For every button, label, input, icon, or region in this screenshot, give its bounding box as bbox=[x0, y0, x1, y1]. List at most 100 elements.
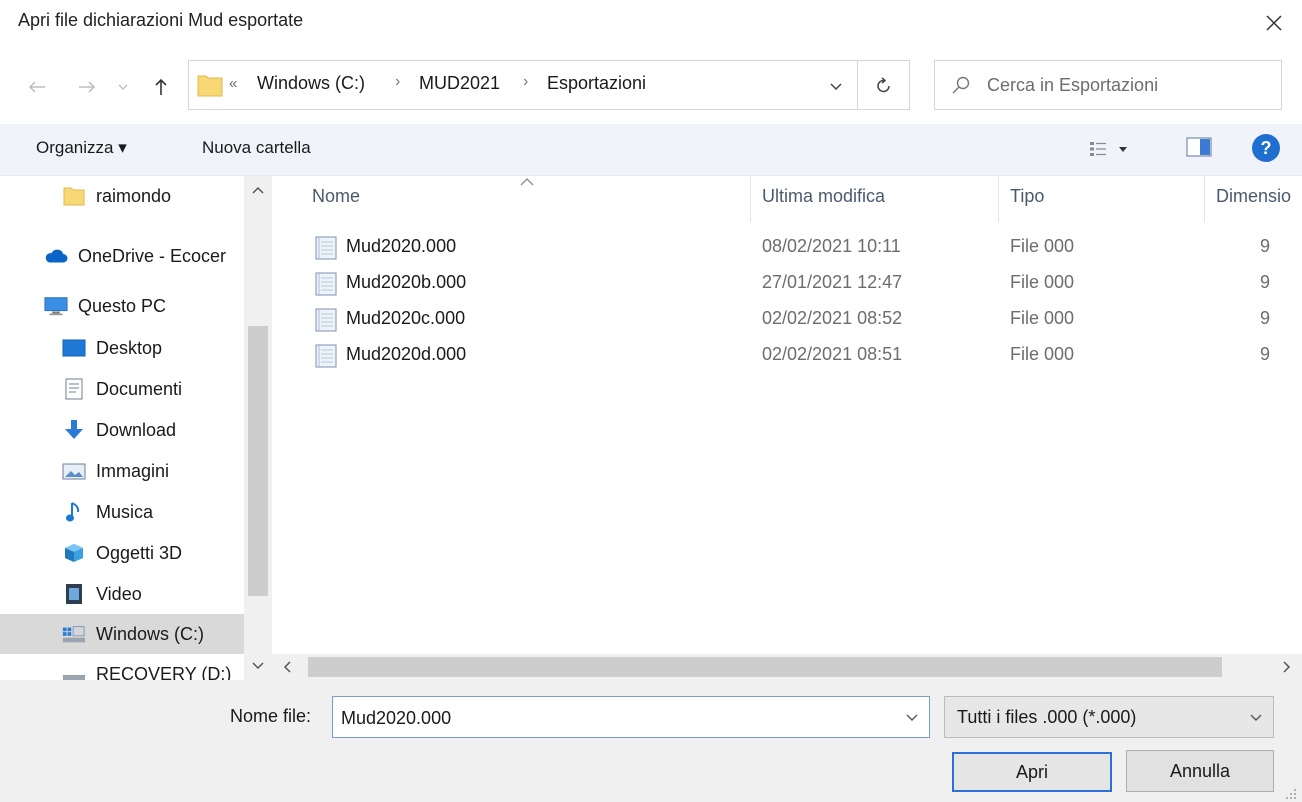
breadcrumb-separator[interactable]: › bbox=[395, 73, 400, 91]
scroll-thumb[interactable] bbox=[308, 657, 1222, 677]
nav-item-video[interactable]: Video bbox=[0, 574, 244, 614]
chevron-left-icon bbox=[283, 661, 291, 673]
scroll-down-button[interactable] bbox=[244, 656, 272, 676]
nav-item-label: Oggetti 3D bbox=[96, 542, 183, 563]
breadcrumb-esportazioni[interactable]: Esportazioni bbox=[547, 73, 646, 94]
cancel-button[interactable]: Annulla bbox=[1126, 750, 1274, 792]
change-view-button[interactable] bbox=[1088, 134, 1154, 164]
breadcrumb-mud2021[interactable]: MUD2021 bbox=[419, 73, 500, 94]
file-row[interactable]: Mud2020c.000 02/02/2021 08:52 File 000 9 bbox=[310, 302, 1300, 338]
dialog-footer: Nome file: Tutti i files .000 (*.000) Ap… bbox=[0, 680, 1302, 802]
filter-dropdown-button[interactable] bbox=[1243, 705, 1269, 731]
nav-item-download[interactable]: Download bbox=[0, 410, 244, 450]
organize-menu-button[interactable]: Organizza ▾ bbox=[36, 138, 127, 158]
filename-dropdown-button[interactable] bbox=[899, 705, 925, 731]
file-type-filter-select[interactable]: Tutti i files .000 (*.000) bbox=[944, 696, 1274, 738]
filename-combobox[interactable] bbox=[332, 696, 930, 738]
breadcrumb-separator[interactable]: › bbox=[523, 73, 528, 91]
file-size: 9 bbox=[1260, 236, 1271, 256]
chevron-down-icon bbox=[906, 714, 918, 721]
preview-pane-button[interactable] bbox=[1186, 136, 1212, 163]
scroll-thumb[interactable] bbox=[248, 326, 268, 596]
column-header-dimensione[interactable]: Dimensio bbox=[1216, 186, 1291, 207]
file-icon bbox=[314, 272, 338, 301]
nav-item-raimondo[interactable]: raimondo bbox=[0, 176, 244, 216]
arrow-left-icon bbox=[28, 81, 45, 93]
nav-item-label: Video bbox=[96, 583, 142, 604]
computer-icon bbox=[44, 294, 68, 318]
file-type: File 000 bbox=[1010, 344, 1075, 364]
address-bar[interactable]: « Windows (C:) › MUD2021 › Esportazioni bbox=[188, 60, 910, 110]
search-icon bbox=[951, 75, 971, 100]
address-dropdown-button[interactable] bbox=[821, 71, 851, 101]
cloud-icon bbox=[44, 244, 68, 268]
refresh-icon bbox=[877, 77, 890, 93]
column-header-tipo[interactable]: Tipo bbox=[1010, 186, 1044, 207]
filter-selected-value: Tutti i files .000 (*.000) bbox=[957, 707, 1137, 727]
navigation-pane[interactable]: raimondo OneDrive - Ecocer Questo PC Des… bbox=[0, 176, 272, 681]
nav-item-recovery-d[interactable]: RECOVERY (D:) bbox=[0, 654, 244, 681]
new-folder-button[interactable]: Nuova cartella bbox=[202, 138, 311, 158]
open-button[interactable]: Apri bbox=[952, 752, 1112, 792]
nav-item-onedrive[interactable]: OneDrive - Ecocer bbox=[0, 236, 244, 276]
column-header-ultima-modifica[interactable]: Ultima modifica bbox=[762, 186, 885, 207]
horizontal-scrollbar[interactable] bbox=[272, 654, 1302, 680]
nav-item-label: raimondo bbox=[96, 185, 172, 206]
file-size: 9 bbox=[1260, 344, 1271, 364]
search-box[interactable] bbox=[934, 60, 1282, 110]
window-title: Apri file dichiarazioni Mud esportate bbox=[18, 10, 304, 30]
chevron-down-icon bbox=[1250, 714, 1262, 721]
nav-item-questo-pc[interactable]: Questo PC bbox=[0, 286, 244, 326]
close-icon bbox=[1266, 15, 1282, 31]
column-header-nome[interactable]: Nome bbox=[312, 186, 360, 207]
search-input[interactable] bbox=[987, 71, 1277, 99]
file-row[interactable]: Mud2020.000 08/02/2021 10:11 File 000 9 bbox=[310, 230, 1300, 266]
breadcrumb-windows-c[interactable]: Windows (C:) bbox=[257, 73, 365, 94]
refresh-button[interactable] bbox=[869, 71, 899, 101]
file-icon bbox=[314, 308, 338, 337]
filename-input[interactable] bbox=[341, 705, 889, 731]
file-name: Mud2020.000 bbox=[346, 236, 457, 256]
download-icon bbox=[62, 418, 86, 442]
file-list[interactable]: Nome Ultima modifica Tipo Dimensio Mud20… bbox=[272, 176, 1302, 654]
nav-item-musica[interactable]: Musica bbox=[0, 492, 244, 532]
nav-item-documenti[interactable]: Documenti bbox=[0, 369, 244, 409]
forward-button[interactable] bbox=[72, 70, 102, 104]
file-row[interactable]: Mud2020d.000 02/02/2021 08:51 File 000 9 bbox=[310, 338, 1300, 374]
nav-item-oggetti-3d[interactable]: Oggetti 3D bbox=[0, 533, 244, 573]
folder-icon bbox=[62, 184, 86, 208]
column-divider[interactable] bbox=[1204, 176, 1205, 222]
nav-item-label: Desktop bbox=[96, 337, 163, 358]
address-divider bbox=[857, 61, 858, 109]
file-row[interactable]: Mud2020b.000 27/01/2021 12:47 File 000 9 bbox=[310, 266, 1300, 302]
recent-locations-button[interactable] bbox=[112, 70, 134, 104]
help-button[interactable]: ? bbox=[1252, 134, 1280, 162]
objects-3d-icon bbox=[62, 541, 86, 565]
scroll-left-button[interactable] bbox=[276, 656, 298, 678]
scroll-up-button[interactable] bbox=[244, 180, 272, 200]
nav-item-desktop[interactable]: Desktop bbox=[0, 328, 244, 368]
file-type: File 000 bbox=[1010, 236, 1075, 256]
video-icon bbox=[62, 582, 86, 606]
close-button[interactable] bbox=[1256, 6, 1292, 40]
folder-icon bbox=[197, 73, 223, 102]
arrow-up-icon bbox=[155, 78, 167, 95]
nav-scrollbar[interactable] bbox=[244, 176, 272, 681]
file-name: Mud2020b.000 bbox=[346, 272, 467, 292]
resize-grip-icon[interactable] bbox=[1286, 784, 1298, 799]
scroll-right-button[interactable] bbox=[1276, 656, 1298, 678]
hidden-path-chevrons[interactable]: « bbox=[229, 75, 237, 92]
up-button[interactable] bbox=[146, 70, 176, 104]
filename-label: Nome file: bbox=[230, 706, 312, 726]
drive-icon bbox=[62, 622, 86, 646]
file-modified: 02/02/2021 08:52 bbox=[762, 308, 903, 328]
nav-item-immagini[interactable]: Immagini bbox=[0, 451, 244, 491]
file-name: Mud2020d.000 bbox=[346, 344, 467, 364]
back-button[interactable] bbox=[22, 70, 52, 104]
nav-item-windows-c[interactable]: Windows (C:) bbox=[0, 614, 244, 654]
drive-icon bbox=[62, 662, 86, 681]
nav-item-label: Questo PC bbox=[78, 295, 167, 316]
column-divider[interactable] bbox=[750, 176, 751, 222]
column-divider[interactable] bbox=[998, 176, 999, 222]
nav-item-label: Immagini bbox=[96, 460, 170, 481]
